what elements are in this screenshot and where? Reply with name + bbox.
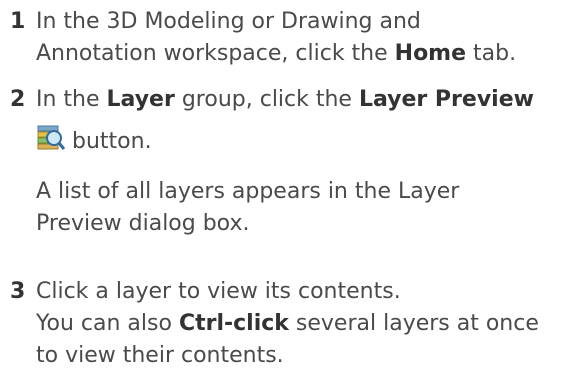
step-text-line: to view their contents. <box>36 343 284 368</box>
step-1: 1 In the 3D Modeling or Drawing and Anno… <box>10 6 575 70</box>
step-3: 3 Click a layer to view its contents. Yo… <box>10 276 575 372</box>
step-text-line: button. <box>36 122 575 158</box>
step-body: Click a layer to view its contents. You … <box>36 276 575 372</box>
step-number: 2 <box>10 87 26 112</box>
step-text-line: In the 3D Modeling or Drawing and <box>36 9 421 34</box>
step-number: 1 <box>10 9 26 34</box>
step-body: In the 3D Modeling or Drawing and Annota… <box>36 6 575 70</box>
layer-preview-term: Layer Preview <box>358 87 534 112</box>
step-2: 2 In the Layer group, click the Layer Pr… <box>10 84 575 240</box>
step-paragraph-line: A list of all layers appears in the Laye… <box>36 179 460 204</box>
step-text-line: You can also Ctrl-click several layers a… <box>36 311 539 336</box>
step-body: In the Layer group, click the Layer Prev… <box>36 84 575 240</box>
layer-group-term: Layer <box>106 87 175 112</box>
home-tab-term: Home <box>394 41 467 66</box>
instructions-page: 1 In the 3D Modeling or Drawing and Anno… <box>0 0 580 384</box>
step-text-line: In the Layer group, click the Layer Prev… <box>36 87 534 112</box>
step-number: 3 <box>10 279 26 304</box>
layer-preview-icon <box>36 122 66 152</box>
step-text-line: Click a layer to view its contents. <box>36 279 401 304</box>
button-word: button. <box>72 129 152 154</box>
step-text-line: Annotation workspace, click the Home tab… <box>36 41 517 66</box>
step-paragraph-line: Preview dialog box. <box>36 211 250 236</box>
ctrl-click-term: Ctrl-click <box>178 311 289 336</box>
